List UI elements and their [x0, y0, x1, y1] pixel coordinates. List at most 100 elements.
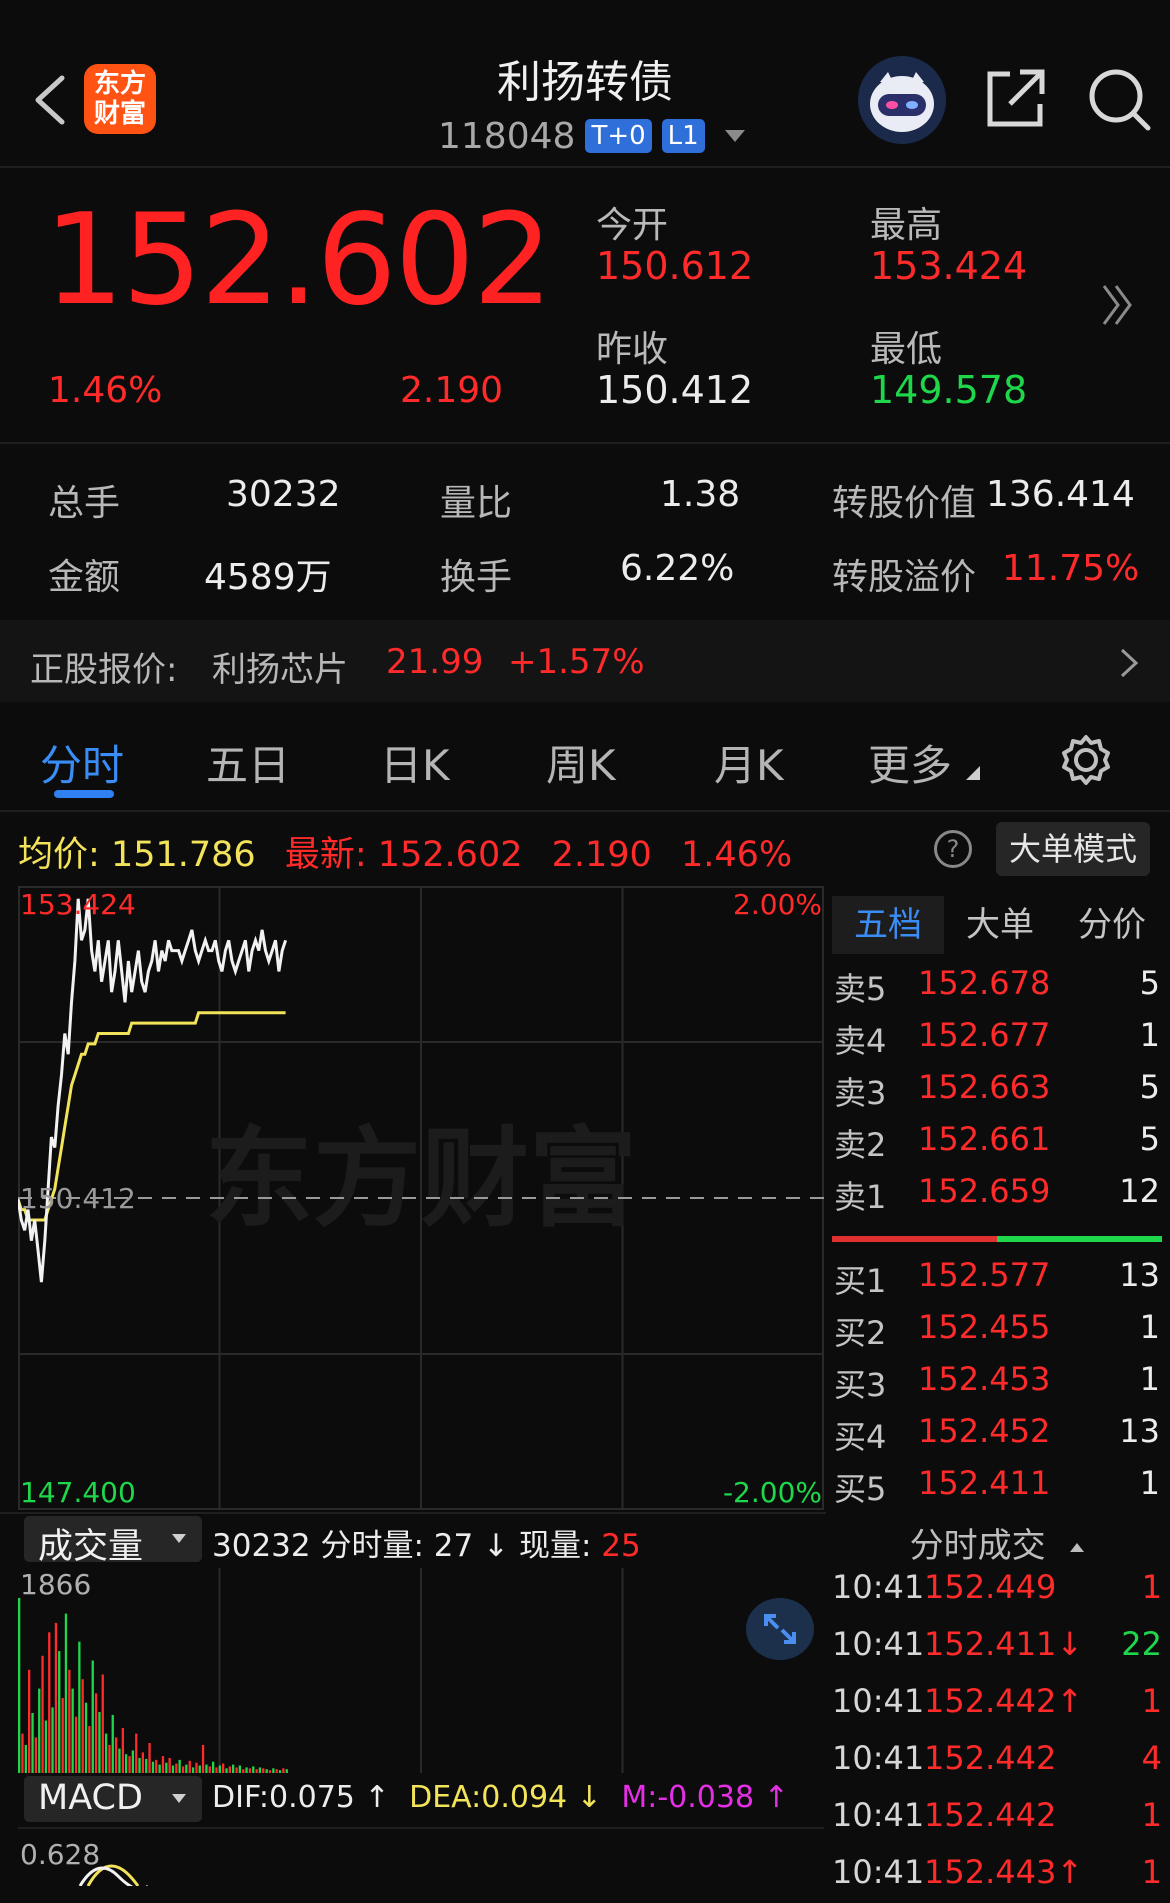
tab-weekly-k[interactable]: 周K: [546, 732, 616, 793]
volume-bar: [58, 1651, 61, 1773]
volume-bar: [228, 1766, 231, 1773]
macd-max-label: 0.628: [20, 1838, 100, 1871]
bid-level-label: 买5: [834, 1470, 887, 1508]
order-book-ask-row[interactable]: 卖3 152.663 5: [834, 1068, 1160, 1112]
expand-icon[interactable]: [746, 1598, 814, 1660]
code-row[interactable]: 118048 T+0 L1: [438, 112, 745, 160]
volume-bar: [98, 1712, 101, 1773]
timesales-row: 10:41 152.442 1: [832, 1796, 1162, 1846]
tab-five-day[interactable]: 五日: [206, 732, 290, 793]
volume-bar: [108, 1744, 111, 1773]
volume-select-label: 成交量: [38, 1527, 144, 1567]
minute-volume-label: 分时量:: [320, 1528, 424, 1564]
order-book-bid-row[interactable]: 买3 152.453 1: [834, 1360, 1160, 1404]
macd-select-label: MACD: [38, 1778, 143, 1818]
volume-bar: [178, 1759, 181, 1773]
tab-monthly-k[interactable]: 月K: [714, 732, 784, 793]
volume-bar: [125, 1754, 128, 1773]
ask-price: 152.677: [918, 1016, 1051, 1054]
prev-close-label: 昨收: [596, 329, 669, 370]
bid-level-label: 买1: [834, 1262, 887, 1300]
macd-m: M:-0.038 ↑: [621, 1780, 789, 1815]
trade-direction-arrow: ↑: [1056, 1853, 1084, 1891]
amount-value: 4589万: [204, 557, 332, 598]
timesales-title: 分时成交: [909, 1526, 1046, 1566]
chevron-down-icon[interactable]: [724, 130, 745, 142]
latest-value: 152.602: [377, 835, 523, 875]
volume-bar: [181, 1766, 185, 1773]
volume-bar: [148, 1743, 151, 1773]
trade-price-value: 152.449: [924, 1568, 1057, 1606]
double-chevron-right-icon[interactable]: [1100, 282, 1136, 328]
volume-bar: [81, 1679, 84, 1773]
volume-chart[interactable]: 1866: [18, 1568, 824, 1773]
order-book-bid-row[interactable]: 买5 152.411 1: [834, 1464, 1160, 1508]
order-book-bid-row[interactable]: 买2 152.455 1: [834, 1308, 1160, 1352]
bid-volume: 1: [1139, 1464, 1160, 1502]
bid-price: 152.452: [918, 1412, 1051, 1450]
order-book-ask-row[interactable]: 卖4 152.677 1: [834, 1016, 1160, 1060]
big-order-mode-button[interactable]: 大单模式: [996, 822, 1150, 876]
volume-bar: [265, 1769, 268, 1773]
volume-bar: [275, 1769, 278, 1773]
order-book-bid-row[interactable]: 买1 152.577 13: [834, 1256, 1160, 1300]
order-book-tabs: 五档 大单 分价: [832, 896, 1168, 954]
ask-level-label: 卖4: [834, 1022, 887, 1060]
indicator-select-macd[interactable]: MACD: [24, 1776, 202, 1822]
premium-value: 11.75%: [1002, 548, 1140, 589]
conv-value-label: 转股价值: [832, 483, 977, 524]
stock-price: 21.99: [386, 642, 484, 682]
trade-time: 10:41: [832, 1682, 925, 1720]
tab-intraday[interactable]: 分时: [40, 732, 124, 793]
robot-assistant-icon[interactable]: [858, 56, 946, 144]
volume-bar: [34, 1737, 37, 1773]
tab-big-orders[interactable]: 大单: [944, 896, 1056, 954]
timesales-row: 10:41 152.449 1: [832, 1568, 1162, 1618]
latest-pct: 1.46%: [680, 835, 793, 875]
tab-more[interactable]: 更多: [868, 732, 952, 793]
trade-price: 152.449: [924, 1568, 1056, 1606]
order-book-bid-row[interactable]: 买4 152.452 13: [834, 1412, 1160, 1456]
chevron-down-icon: [172, 1534, 186, 1543]
share-icon[interactable]: [984, 66, 1048, 130]
gear-icon[interactable]: [1060, 734, 1112, 786]
tab-five-levels[interactable]: 五档: [832, 896, 944, 954]
y-max-label: 153.424: [20, 888, 136, 921]
amount-label: 金额: [48, 557, 121, 598]
ask-price: 152.678: [918, 964, 1051, 1002]
volume-bar: [155, 1759, 158, 1773]
help-icon[interactable]: ?: [934, 830, 972, 868]
volume-bar: [232, 1764, 235, 1773]
volume-bar: [115, 1737, 118, 1773]
volume-bar: [105, 1733, 108, 1773]
order-book-ask-row[interactable]: 卖2 152.661 5: [834, 1120, 1160, 1164]
ref-price-label: 150.412: [20, 1182, 136, 1215]
indicator-select-volume[interactable]: 成交量: [24, 1516, 202, 1567]
underlying-stock-row[interactable]: 正股报价: 利扬芯片 21.99 +1.57%: [0, 620, 1170, 702]
latest-change: 2.190: [551, 835, 652, 875]
volume-bar: [78, 1641, 81, 1773]
trade-price: 152.443↑: [924, 1853, 1083, 1891]
macd-chart[interactable]: 0.628: [18, 1826, 824, 1886]
trade-price: 152.411↓: [924, 1625, 1083, 1663]
chevron-up-icon: [1070, 1543, 1085, 1552]
active-tab-indicator: [54, 790, 114, 798]
order-book-ask-row[interactable]: 卖5 152.678 5: [834, 964, 1160, 1008]
search-icon[interactable]: [1086, 66, 1152, 132]
tab-daily-k[interactable]: 日K: [380, 732, 450, 793]
volume-bar: [138, 1758, 141, 1773]
timesales-header[interactable]: 分时成交: [832, 1518, 1162, 1567]
bid-volume: 13: [1119, 1256, 1160, 1294]
volume-bar: [212, 1761, 215, 1773]
volume-bar: [235, 1767, 238, 1773]
bid-level-label: 买4: [834, 1418, 887, 1456]
timesales-row: 10:41 152.411↓ 22: [832, 1625, 1162, 1675]
trade-time: 10:41: [832, 1739, 925, 1777]
avg-label: 均价:: [18, 835, 100, 875]
tab-price-distribution[interactable]: 分价: [1056, 896, 1168, 954]
intraday-price-chart[interactable]: 东方财富 153.424 147.400 2.00% -2.00% 150.41…: [18, 886, 824, 1510]
order-book-ask-row[interactable]: 卖1 152.659 12: [834, 1172, 1160, 1216]
tag-l1: L1: [661, 119, 705, 153]
volume-bar: [252, 1766, 255, 1773]
ask-level-label: 卖1: [834, 1178, 887, 1216]
